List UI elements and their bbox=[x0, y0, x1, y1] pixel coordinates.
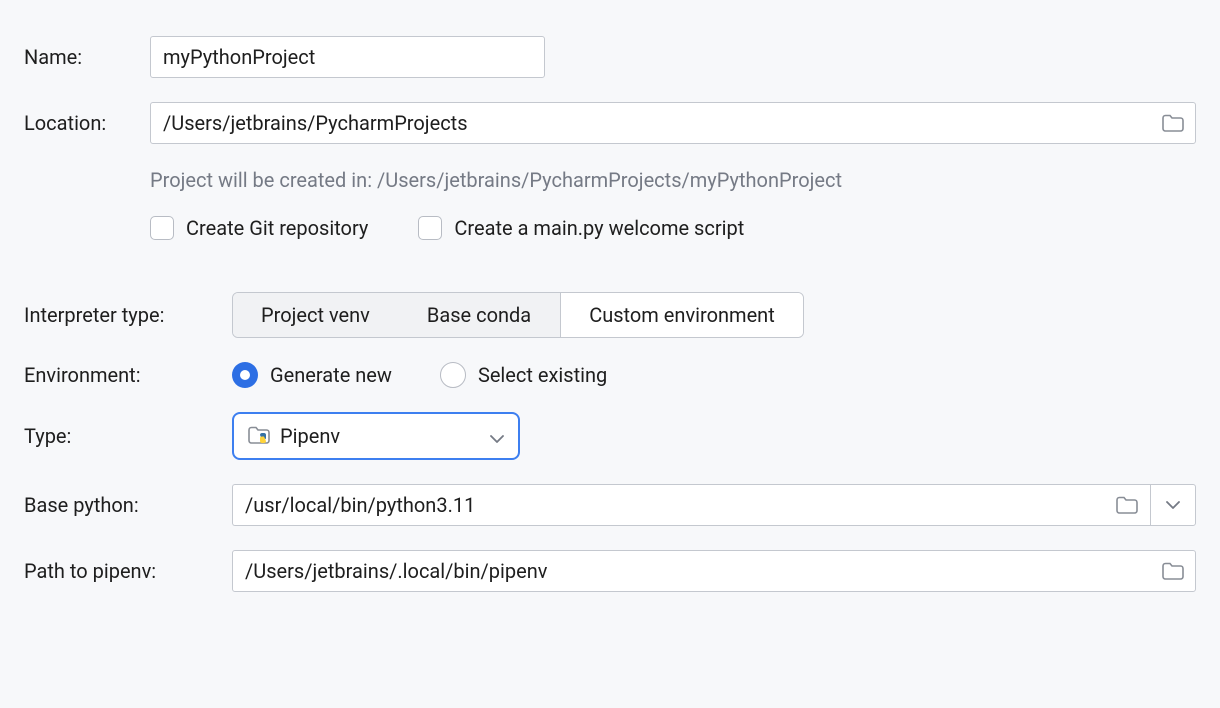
pipenv-path-label: Path to pipenv: bbox=[24, 559, 232, 583]
mainpy-checkbox[interactable]: Create a main.py welcome script bbox=[418, 216, 744, 240]
segment-custom-environment[interactable]: Custom environment bbox=[560, 293, 803, 337]
creation-hint: Project will be created in: /Users/jetbr… bbox=[150, 168, 1196, 192]
base-python-input[interactable]: /usr/local/bin/python3.11 bbox=[232, 484, 1150, 526]
pipenv-path-value: /Users/jetbrains/.local/bin/pipenv bbox=[245, 559, 547, 583]
git-repo-checkbox[interactable]: Create Git repository bbox=[150, 216, 368, 240]
type-dropdown[interactable]: Pipenv bbox=[232, 412, 520, 460]
pipenv-path-input[interactable]: /Users/jetbrains/.local/bin/pipenv bbox=[232, 550, 1196, 592]
segment-project-venv[interactable]: Project venv bbox=[233, 293, 399, 337]
name-label: Name: bbox=[24, 45, 150, 69]
chevron-down-icon bbox=[1166, 501, 1180, 509]
radio-label: Generate new bbox=[270, 363, 392, 387]
environment-label: Environment: bbox=[24, 363, 232, 387]
git-repo-label: Create Git repository bbox=[186, 216, 368, 240]
type-value: Pipenv bbox=[280, 424, 340, 448]
python-folder-icon bbox=[248, 426, 270, 446]
env-radio-select-existing[interactable]: Select existing bbox=[440, 362, 607, 388]
base-python-dropdown-button[interactable] bbox=[1150, 484, 1196, 526]
base-python-value: /usr/local/bin/python3.11 bbox=[245, 493, 475, 517]
name-input[interactable]: myPythonProject bbox=[150, 36, 545, 78]
location-input[interactable]: /Users/jetbrains/PycharmProjects bbox=[150, 102, 1196, 144]
segment-base-conda[interactable]: Base conda bbox=[399, 293, 560, 337]
base-python-label: Base python: bbox=[24, 493, 232, 517]
interpreter-type-label: Interpreter type: bbox=[24, 303, 232, 327]
mainpy-label: Create a main.py welcome script bbox=[454, 216, 744, 240]
location-label: Location: bbox=[24, 111, 150, 135]
location-value: /Users/jetbrains/PycharmProjects bbox=[163, 111, 468, 135]
checkbox-box-icon bbox=[150, 216, 174, 240]
radio-icon bbox=[440, 362, 466, 388]
radio-icon bbox=[232, 362, 258, 388]
checkbox-box-icon bbox=[418, 216, 442, 240]
radio-label: Select existing bbox=[478, 363, 607, 387]
chevron-down-icon bbox=[490, 424, 504, 448]
name-value: myPythonProject bbox=[163, 45, 315, 69]
env-radio-generate-new[interactable]: Generate new bbox=[232, 362, 392, 388]
interpreter-type-segmented: Project venvBase condaCustom environment bbox=[232, 292, 804, 338]
type-label: Type: bbox=[24, 424, 232, 448]
